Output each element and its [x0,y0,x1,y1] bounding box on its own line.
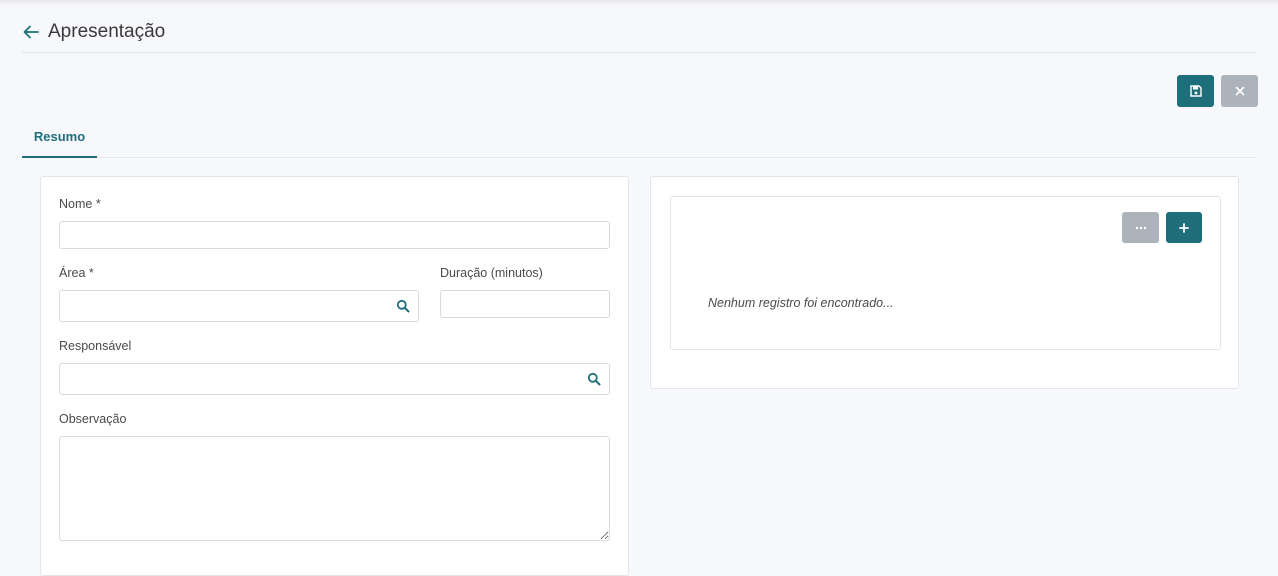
plus-icon [1179,222,1189,233]
observacao-field[interactable] [59,436,610,541]
form-card: Nome * Área * Duração (minutos) Responsá… [40,176,629,576]
close-button[interactable] [1221,75,1258,107]
duracao-label: Duração (minutos) [440,266,543,280]
more-options-button[interactable] [1122,212,1159,243]
observacao-textarea[interactable] [60,437,609,540]
top-shadow [0,0,1278,6]
add-button[interactable] [1166,212,1202,243]
nome-label: Nome * [59,197,101,211]
responsavel-field[interactable] [59,363,610,395]
save-icon [1189,85,1202,97]
related-records-card: Nenhum registro foi encontrado... [650,176,1239,389]
area-input[interactable] [60,291,418,321]
duracao-input[interactable] [441,291,609,317]
search-icon[interactable] [587,372,601,386]
tab-resumo[interactable]: Resumo [22,117,97,158]
page-header: Apresentação [22,18,1257,53]
records-list-panel: Nenhum registro foi encontrado... [670,196,1221,350]
search-icon[interactable] [396,299,410,313]
area-label: Área * [59,266,94,280]
tab-bar: Resumo [22,117,1257,158]
duracao-field[interactable] [440,290,610,318]
nome-input[interactable] [60,222,609,248]
nome-field[interactable] [59,221,610,249]
close-icon [1235,86,1244,96]
empty-state-message: Nenhum registro foi encontrado... [708,296,894,310]
responsavel-input[interactable] [60,364,609,394]
responsavel-label: Responsável [59,339,132,353]
form-toolbar [1177,75,1258,107]
arrow-left-icon [23,25,39,39]
observacao-label: Observação [59,412,127,426]
page-title: Apresentação [48,21,166,42]
save-button[interactable] [1177,75,1214,107]
back-button[interactable] [22,22,40,42]
area-field[interactable] [59,290,419,322]
more-icon [1135,226,1146,229]
